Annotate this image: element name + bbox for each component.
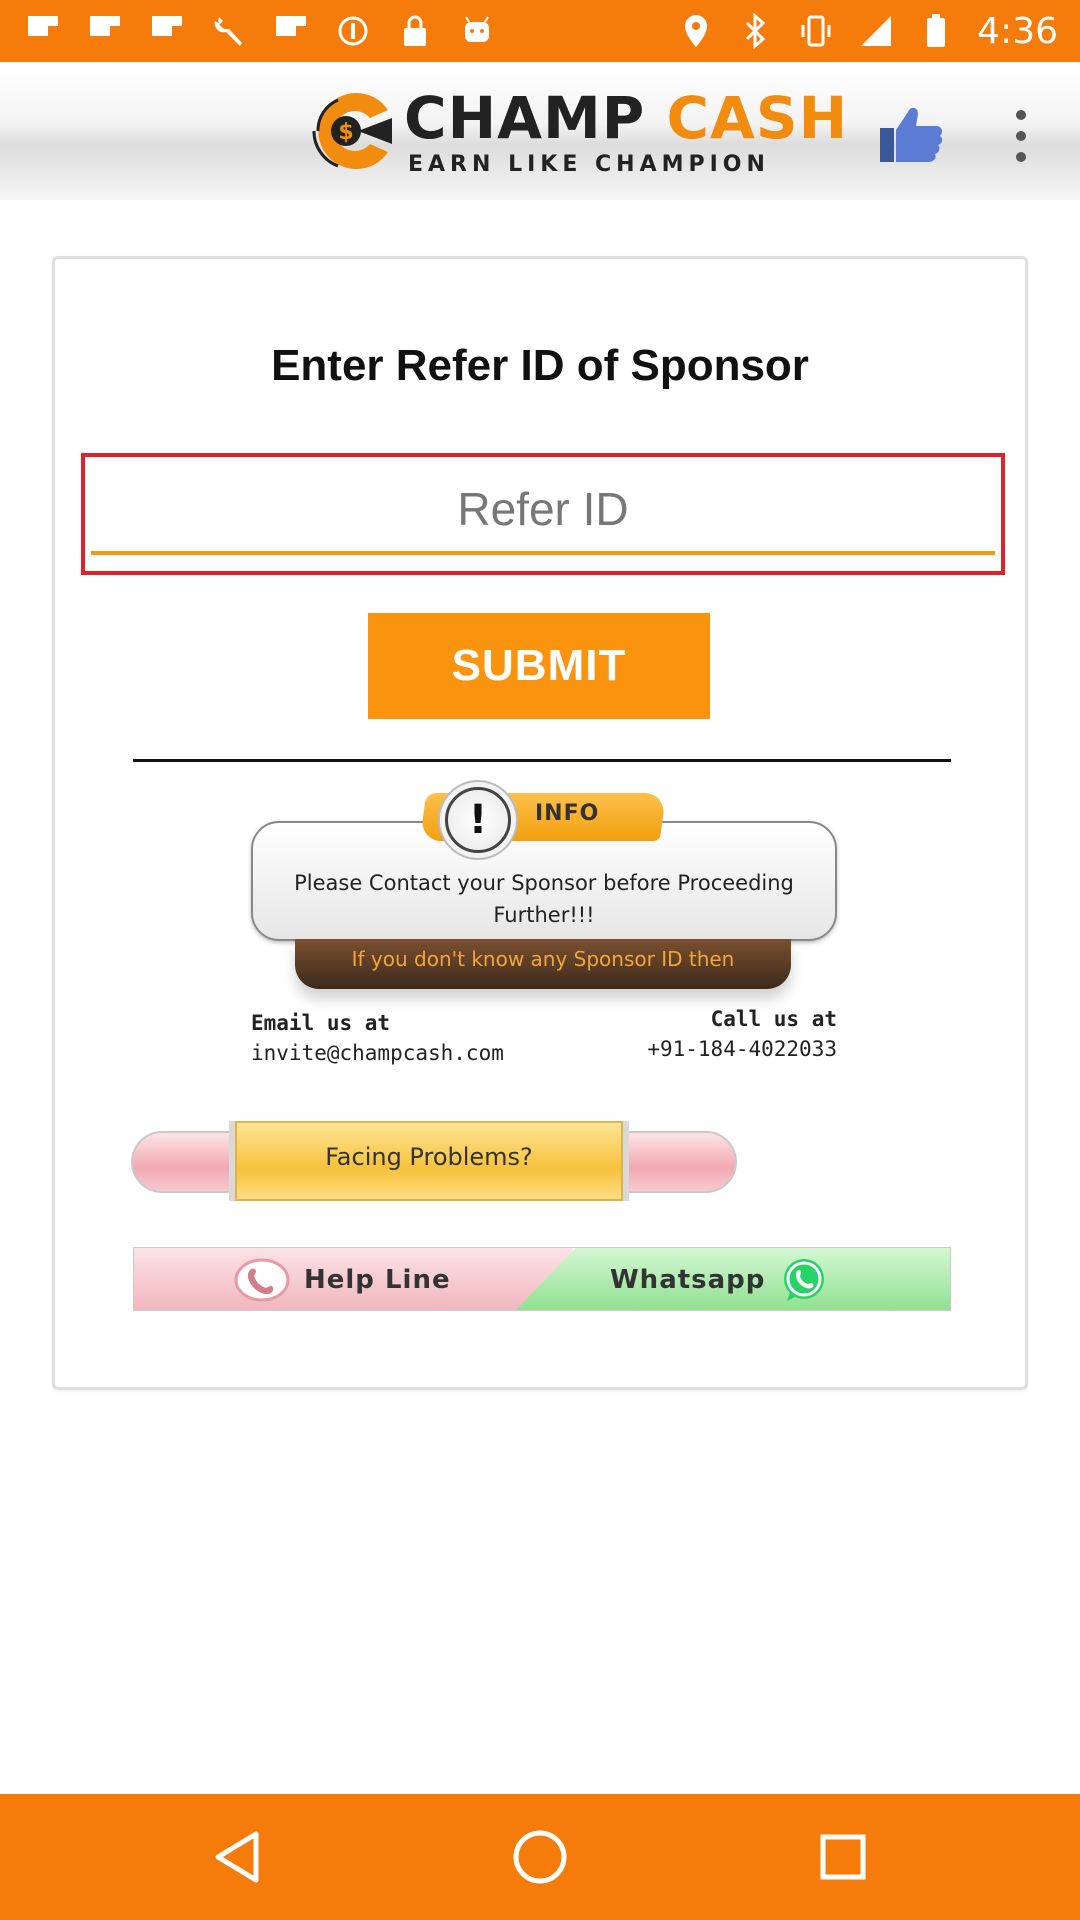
more-vert-icon[interactable] bbox=[1006, 106, 1036, 166]
logo-tagline: EARN LIKE CHAMPION bbox=[408, 152, 770, 177]
info-panel: Please Contact your Sponsor before Proce… bbox=[55, 779, 1031, 1079]
ribbon-text: If you don't know any Sponsor ID then bbox=[351, 947, 735, 971]
flipboard-icon bbox=[148, 12, 186, 50]
thumbs-up-icon[interactable] bbox=[878, 104, 944, 164]
lock-icon bbox=[396, 12, 434, 50]
signal-icon bbox=[857, 12, 895, 50]
support-bar: Help Line Whatsapp bbox=[133, 1247, 951, 1311]
divider bbox=[133, 759, 951, 762]
sponsor-card: Enter Refer ID of Sponsor SUBMIT Please … bbox=[52, 256, 1028, 1390]
app-header: $ CHAMP CASH EARN LIKE CHAMPION bbox=[0, 62, 1080, 200]
svg-text:$: $ bbox=[338, 120, 353, 145]
info-ribbon: If you don't know any Sponsor ID then bbox=[295, 939, 791, 989]
submit-button[interactable]: SUBMIT bbox=[368, 613, 710, 719]
system-icons: 4:36 bbox=[677, 10, 1058, 52]
location-icon bbox=[677, 12, 715, 50]
helpline-button[interactable]: Help Line bbox=[234, 1256, 451, 1304]
phone-icon bbox=[234, 1258, 290, 1302]
info-tab-label: INFO bbox=[535, 801, 600, 826]
helpline-label: Help Line bbox=[304, 1265, 451, 1295]
champcash-logo: $ CHAMP CASH EARN LIKE CHAMPION bbox=[308, 86, 847, 182]
status-bar: 4:36 bbox=[0, 0, 1080, 62]
phone-number[interactable]: +91-184-4022033 bbox=[647, 1037, 837, 1061]
navigation-bar bbox=[0, 1794, 1080, 1920]
bluetooth-icon bbox=[737, 12, 775, 50]
refer-id-field-outline bbox=[81, 453, 1005, 575]
email-address[interactable]: invite@champcash.com bbox=[251, 1041, 504, 1065]
call-label: Call us at bbox=[710, 1007, 837, 1031]
battery-icon bbox=[917, 12, 955, 50]
clock: 4:36 bbox=[977, 10, 1058, 52]
whatsapp-label: Whatsapp bbox=[610, 1265, 766, 1295]
flipboard-icon bbox=[272, 12, 310, 50]
info-message: Please Contact your Sponsor before Proce… bbox=[294, 871, 794, 927]
notification-icons bbox=[24, 10, 496, 52]
facing-problems-center: Facing Problems? bbox=[229, 1121, 629, 1201]
flipboard-icon bbox=[86, 12, 124, 50]
recents-square-icon[interactable] bbox=[808, 1822, 878, 1892]
wrench-icon bbox=[210, 12, 248, 50]
refer-id-input[interactable] bbox=[91, 467, 995, 555]
sync-icon bbox=[334, 12, 372, 50]
logo-title: CHAMP CASH bbox=[404, 84, 849, 152]
page-title: Enter Refer ID of Sponsor bbox=[271, 341, 809, 390]
back-triangle-icon[interactable] bbox=[202, 1822, 272, 1892]
champcash-logo-icon: $ bbox=[312, 93, 392, 169]
exclamation-icon: ! bbox=[445, 787, 511, 853]
vibrate-icon bbox=[797, 12, 835, 50]
home-circle-icon[interactable] bbox=[505, 1822, 575, 1892]
facing-problems-button[interactable]: Facing Problems? bbox=[131, 1121, 737, 1201]
whatsapp-icon bbox=[784, 1259, 825, 1301]
flipboard-icon bbox=[24, 12, 62, 50]
whatsapp-button[interactable]: Whatsapp bbox=[610, 1256, 829, 1304]
email-label: Email us at bbox=[251, 1011, 391, 1035]
android-icon bbox=[458, 12, 496, 50]
facing-problems-label: Facing Problems? bbox=[325, 1143, 533, 1171]
